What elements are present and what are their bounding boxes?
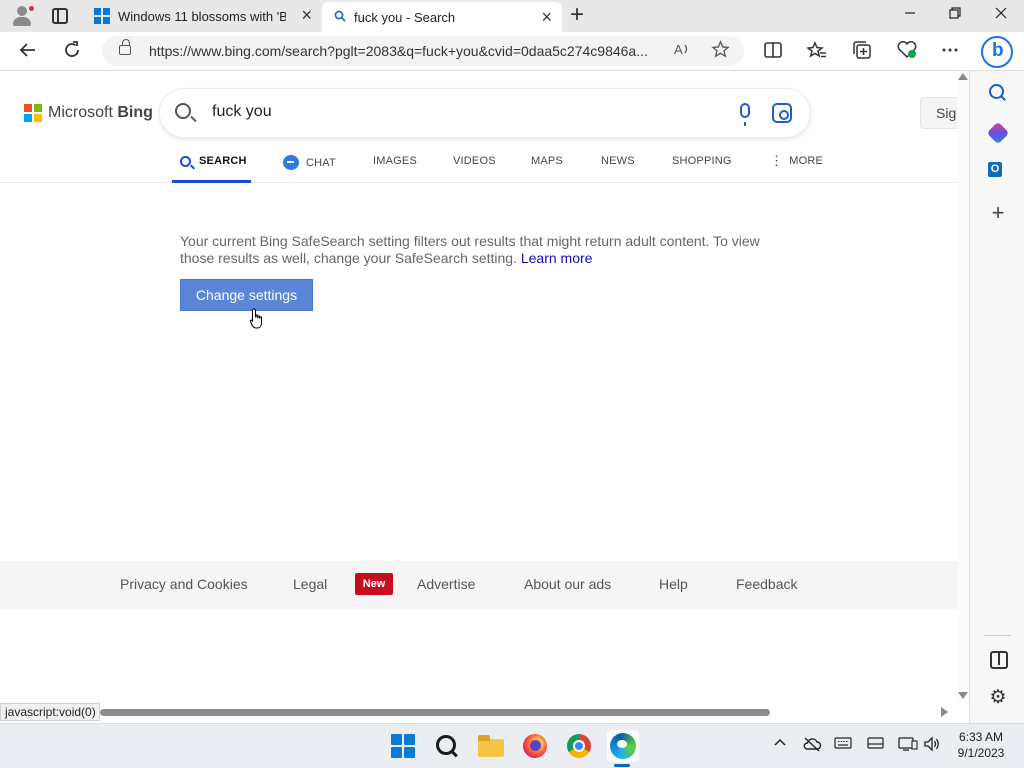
- footer-link-help[interactable]: Help: [659, 576, 688, 592]
- search-box[interactable]: fuck you: [160, 89, 810, 137]
- more-options-icon[interactable]: [940, 40, 960, 65]
- hand-cursor-icon: [250, 308, 262, 329]
- office-icon[interactable]: [988, 123, 1008, 143]
- scroll-down-icon[interactable]: [958, 692, 968, 699]
- edge-icon[interactable]: [607, 730, 639, 762]
- close-tab-icon[interactable]: ×: [541, 8, 552, 26]
- tab-chat[interactable]: CHAT: [283, 155, 336, 170]
- tab-search[interactable]: SEARCH: [180, 155, 247, 167]
- tab-images[interactable]: IMAGES: [373, 155, 417, 167]
- lock-icon[interactable]: [119, 39, 131, 55]
- footer-link-about-ads[interactable]: About our ads: [524, 576, 611, 592]
- new-tab-button[interactable]: +: [570, 3, 584, 27]
- tablet-mode-icon[interactable]: [867, 736, 885, 754]
- sign-in-button[interactable]: Sig: [920, 97, 957, 129]
- clock-time: 6:33 AM: [958, 730, 1004, 744]
- browser-toolbar: https://www.bing.com/search?pglt=2083&q=…: [0, 32, 1024, 71]
- collections-icon[interactable]: [852, 40, 872, 65]
- minimize-button[interactable]: [887, 0, 933, 32]
- vertical-scrollbar[interactable]: [957, 71, 969, 703]
- onedrive-offline-icon[interactable]: [802, 736, 822, 756]
- profile-icon[interactable]: [10, 5, 35, 27]
- tab-strip: Windows 11 blossoms with 'Bloo × fuck yo…: [0, 0, 1024, 32]
- start-icon[interactable]: [389, 732, 417, 760]
- hide-sidebar-icon[interactable]: [988, 649, 1008, 669]
- tab-news[interactable]: NEWS: [601, 155, 635, 167]
- footer-link-legal[interactable]: Legal: [293, 576, 327, 592]
- read-aloud-icon[interactable]: A: [673, 40, 691, 63]
- url-text[interactable]: https://www.bing.com/search?pglt=2083&q=…: [149, 43, 659, 59]
- windows-icon: [94, 8, 110, 24]
- favorites-icon[interactable]: [806, 40, 827, 65]
- close-tab-icon[interactable]: ×: [301, 6, 312, 24]
- tab-bing-search[interactable]: fuck you - Search ×: [322, 2, 562, 32]
- tab-more[interactable]: ⋮ MORE: [770, 153, 823, 168]
- web-page: Microsoft Bing fuck you Sig SEARCH CHAT …: [0, 71, 957, 703]
- show-hidden-icons-icon[interactable]: [773, 736, 787, 754]
- new-badge: New: [355, 573, 393, 595]
- footer-link-privacy[interactable]: Privacy and Cookies: [120, 576, 248, 592]
- svg-text:A: A: [674, 42, 683, 57]
- refresh-icon[interactable]: [62, 40, 82, 65]
- footer-link-advertise[interactable]: Advertise: [417, 576, 475, 592]
- settings-gear-icon[interactable]: ⚙: [988, 688, 1008, 708]
- edge-sidebar: + ⚙: [969, 71, 1024, 723]
- file-explorer-icon[interactable]: [477, 732, 505, 760]
- address-bar[interactable]: https://www.bing.com/search?pglt=2083&q=…: [102, 36, 744, 66]
- keyboard-icon[interactable]: [834, 736, 852, 754]
- chat-icon: [283, 155, 299, 170]
- footer-link-feedback[interactable]: Feedback: [736, 576, 797, 592]
- tab-title: fuck you - Search: [354, 9, 456, 25]
- active-app-indicator: [614, 764, 630, 767]
- tab-videos[interactable]: VIDEOS: [453, 155, 496, 167]
- sidebar-search-icon[interactable]: [988, 83, 1008, 103]
- add-app-icon[interactable]: +: [988, 202, 1008, 224]
- change-settings-button[interactable]: Change settings: [180, 279, 313, 311]
- visual-search-icon[interactable]: [772, 103, 792, 123]
- network-icon[interactable]: [898, 736, 918, 756]
- copilot-icon[interactable]: [981, 36, 1013, 68]
- logo-text: Microsoft Bing: [48, 104, 153, 121]
- status-bar-url: javascript:void(0): [0, 703, 100, 721]
- microphone-icon[interactable]: [740, 103, 750, 126]
- bing-logo[interactable]: Microsoft Bing: [24, 104, 153, 122]
- search-scopes: SEARCH CHAT IMAGES VIDEOS MAPS NEWS SHOP…: [0, 143, 957, 183]
- restore-button[interactable]: [932, 0, 978, 32]
- search-icon[interactable]: [175, 103, 191, 119]
- chrome-icon[interactable]: [565, 732, 593, 760]
- safesearch-message: Your current Bing SafeSearch setting fil…: [180, 233, 760, 266]
- tab-windows-11[interactable]: Windows 11 blossoms with 'Bloo ×: [84, 0, 322, 32]
- firefox-icon[interactable]: [521, 732, 549, 760]
- active-tab-indicator: [172, 180, 251, 183]
- split-screen-icon[interactable]: [763, 40, 783, 65]
- footer: Privacy and Cookies Legal New Advertise …: [0, 561, 957, 609]
- sidebar-divider: [984, 635, 1011, 636]
- learn-more-link[interactable]: Learn more: [521, 250, 593, 266]
- scroll-right-icon[interactable]: [941, 707, 948, 717]
- search-input[interactable]: fuck you: [212, 103, 272, 121]
- search-icon: [180, 155, 191, 167]
- horizontal-scrollbar[interactable]: [100, 706, 950, 718]
- microsoft-logo-icon: [24, 104, 42, 122]
- volume-icon[interactable]: [923, 736, 941, 756]
- windows-taskbar: 6:33 AM 9/1/2023: [0, 723, 1024, 768]
- favorite-star-icon[interactable]: [711, 40, 730, 64]
- more-dots-icon: ⋮: [770, 153, 784, 168]
- tab-maps[interactable]: MAPS: [531, 155, 563, 167]
- back-icon[interactable]: [18, 40, 38, 65]
- system-clock[interactable]: 6:33 AM 9/1/2023: [946, 729, 1016, 761]
- tab-title: Windows 11 blossoms with 'Bloo: [118, 8, 286, 24]
- scroll-up-icon[interactable]: [958, 73, 968, 80]
- close-window-button[interactable]: [978, 0, 1024, 32]
- clock-date: 9/1/2023: [957, 746, 1005, 760]
- tab-shopping[interactable]: SHOPPING: [672, 155, 732, 167]
- search-icon: [334, 10, 346, 25]
- browser-essentials-icon[interactable]: [896, 40, 918, 65]
- scrollbar-thumb[interactable]: [100, 709, 770, 716]
- outlook-icon[interactable]: [988, 161, 1008, 181]
- taskbar-search-icon[interactable]: [433, 732, 461, 760]
- tab-actions-icon[interactable]: [52, 8, 68, 24]
